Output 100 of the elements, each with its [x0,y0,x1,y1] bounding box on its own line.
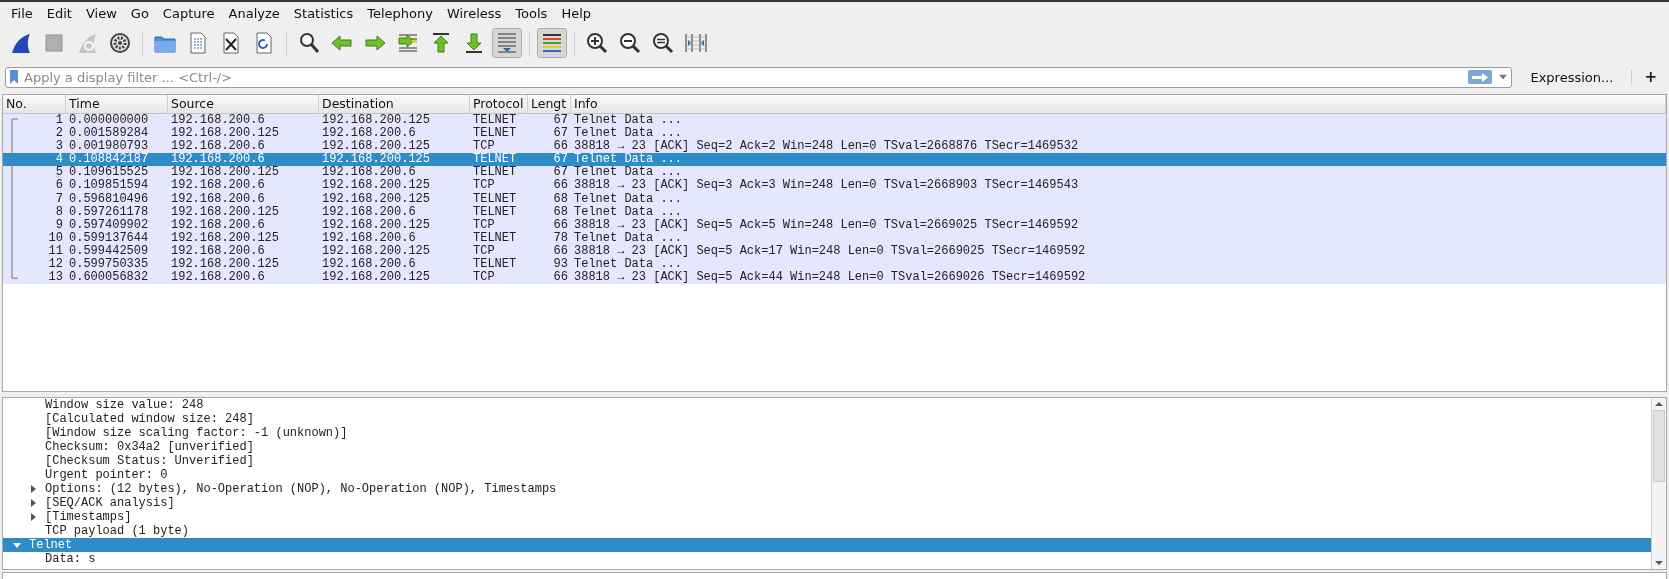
column-header[interactable]: Destination [319,95,470,113]
tree-item-text: [Checksum Status: Unverified] [45,454,254,468]
length-cell-text: 66 [552,244,569,258]
triangle-right-icon[interactable] [29,499,37,507]
time-cell-text: 0.600056832 [68,271,150,285]
packet-number-cell-text: 2 [54,127,64,141]
menu-item[interactable]: Analyze [221,3,287,23]
column-header[interactable]: No. [3,95,66,113]
packet-number-cell-text: 8 [54,205,64,219]
packet-number-cell-text: 7 [54,192,64,206]
source-address-cell-text: 192.168.200.6 [170,192,266,206]
scrollbar[interactable] [1651,398,1666,569]
display-filter-field[interactable]: Apply a display filter ... <Ctrl-/> [5,66,1513,88]
zoom-out-icon [618,31,642,55]
dropdown-caret-icon[interactable] [1499,74,1508,80]
packet-row[interactable]: 1 0.000000000 192.168.200.6 192.168.200.125 TELNET 67 Telnet Data ... [3,114,1666,128]
packet-row[interactable]: 3 0.001980793 192.168.200.6 192.168.200.125 TCP 66 38818 → 23 [ACK] Seq=2 Ack=2 Win=248 Len=0 TSval=2668876 TSecr=1469532 [3,140,1666,154]
colorize-button[interactable] [537,28,567,58]
info-cell-text: Telnet Data ... [573,192,684,206]
length-cell-text: 67 [552,114,569,127]
add-filter-button[interactable]: + [1640,68,1661,86]
menu-item[interactable]: Wireless [439,3,509,23]
menu-item[interactable]: Tools [508,3,555,23]
protocol-cell-text: TELNET [472,192,518,206]
menu-item[interactable]: Statistics [286,3,361,23]
protocol-cell-text: TCP [472,218,496,232]
length-cell-text: 93 [552,258,569,272]
triangle-right-icon[interactable] [29,485,37,493]
source-address-cell-text: 192.168.200.6 [170,218,266,232]
time-cell-text: 0.109615525 [68,166,150,180]
tree-item-text: Urgent pointer: 0 [45,468,168,482]
info-cell-text: 38818 → 23 [ACK] Seq=5 Ack=44 Win=248 Len=0 TSval=2669026 TSecr=1469592 [573,271,1087,285]
packet-row[interactable]: 6 0.109851594 192.168.200.6 192.168.200.125 TCP 66 38818 → 23 [ACK] Seq=3 Ack=3 Win=248 Len=0 TSval=2668903 TSecr=1469543 [3,179,1666,193]
triangle-down-icon[interactable] [13,541,21,549]
arrow-right-icon [1472,72,1489,82]
zoom-reset-icon [651,31,675,55]
column-header[interactable]: Source [168,95,319,113]
menu-item[interactable]: Help [554,3,598,23]
source-address-cell-text: 192.168.200.125 [170,127,281,141]
tree-item-text: Checksum: 0x34a2 [unverified] [45,440,254,454]
packet-number-cell-text: 13 [47,271,64,285]
tree-item-text: [Window size scaling factor: -1 (unknown)] [45,426,348,440]
column-header[interactable]: Time [66,95,168,113]
tree-item-text: Window size value: 248 [45,398,204,412]
info-cell-text: Telnet Data ... [573,127,683,141]
length-cell-text: 78 [552,231,569,245]
destination-address-cell-text: 192.168.200.125 [321,153,432,167]
tree-item-text: Options: (12 bytes), No-Operation (NOP), No-Operation (NOP), Timestamps [45,482,557,496]
menu-item[interactable]: View [78,3,124,23]
stop-icon [42,31,66,55]
destination-address-cell-text: 192.168.200.6 [321,258,416,272]
menu-item[interactable]: File [4,3,40,23]
protocol-cell-text: TELNET [472,258,518,272]
protocol-cell-text: TELNET [472,114,518,127]
packet-row[interactable]: 2 0.001589284 192.168.200.125 192.168.200.6 TELNET 67 Telnet Data ... [3,127,1666,141]
destination-address-cell-text: 192.168.200.125 [321,244,432,258]
info-cell-text: 38818 → 23 [ACK] Seq=5 Ack=17 Win=248 Len=0 TSval=2669025 TSecr=1469592 [573,244,1087,258]
tree-item-text: [SEQ/ACK analysis] [45,496,175,510]
packet-number-cell-text: 11 [47,244,64,258]
packet-row[interactable]: 4 0.108842187 192.168.200.6 192.168.200.125 TELNET 67 Telnet Data ... [3,153,1666,167]
time-cell-text: 0.599137644 [68,231,150,245]
source-address-cell-text: 192.168.200.125 [170,258,281,272]
packet-row[interactable]: 12 0.599750335 192.168.200.125 192.168.200.6 TELNET 93 Telnet Data ... [3,258,1666,272]
destination-address-cell-text: 192.168.200.125 [321,140,432,154]
source-address-cell-text: 192.168.200.6 [170,153,265,167]
protocol-cell-text: TELNET [472,205,518,219]
packet-row[interactable]: 5 0.109615525 192.168.200.125 192.168.200.6 TELNET 67 Telnet Data ... [3,166,1666,180]
info-cell-text: 38818 → 23 [ACK] Seq=2 Ack=2 Win=248 Len=0 TSval=2668876 TSecr=1469532 [573,140,1080,154]
length-cell-text: 66 [552,179,569,193]
packet-number-cell-text: 12 [47,258,64,272]
menu-item[interactable]: Go [123,3,156,23]
packet-number-cell-text: 9 [54,218,64,232]
packet-number-cell-text: 6 [54,179,64,193]
tree-item-text: Telnet [29,538,73,552]
column-header[interactable]: Info [571,95,1666,113]
expression-button[interactable]: Expression... [1520,69,1624,85]
menu-item[interactable]: Telephony [360,3,440,23]
tree-item-text: [Timestamps] [45,510,132,524]
time-cell-text: 0.596810496 [68,192,150,206]
info-cell-text: Telnet Data ... [573,114,684,127]
striped-lines-icon [540,31,564,55]
time-cell-text: 0.597261178 [68,205,150,219]
packet-number-cell-text: 5 [54,166,64,180]
column-header[interactable]: Protocol [470,95,528,113]
menu-item[interactable]: Edit [39,3,79,23]
packet-row[interactable]: 13 0.600056832 192.168.200.6 192.168.200.125 TCP 66 38818 → 23 [ACK] Seq=5 Ack=44 Win=248 Len=0 TSval=2669026 TSecr=1469592 [3,271,1666,285]
source-address-cell-text: 192.168.200.125 [170,231,281,245]
triangle-right-icon[interactable] [29,513,37,521]
destination-address-cell-text: 192.168.200.125 [321,218,432,232]
info-cell-text: 38818 → 23 [ACK] Seq=3 Ack=3 Win=248 Len=0 TSval=2668903 TSecr=1469543 [573,179,1080,193]
packet-number-cell-text: 10 [47,231,64,245]
protocol-cell-text: TELNET [472,153,518,167]
bookmark-icon[interactable] [9,70,19,84]
menu-item[interactable]: Capture [155,3,222,23]
column-header[interactable]: Lengt [528,95,571,113]
source-address-cell-text: 192.168.200.125 [170,205,281,219]
destination-address-cell-text: 192.168.200.125 [321,114,432,127]
protocol-cell-text: TCP [472,244,496,258]
protocol-cell-text: TELNET [472,127,518,141]
source-address-cell-text: 192.168.200.6 [170,140,266,154]
